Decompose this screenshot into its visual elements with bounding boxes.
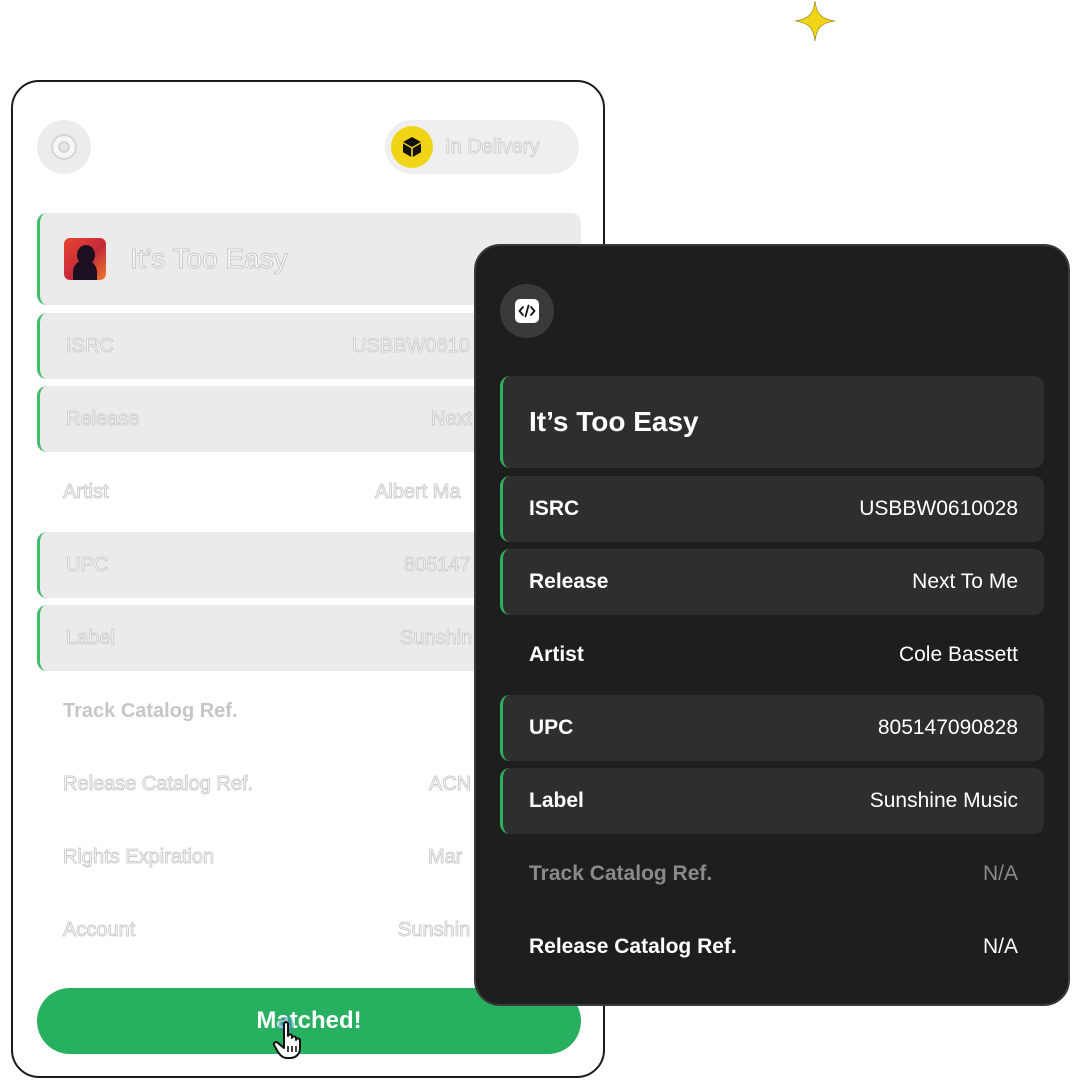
row-value: Sunshin [399,627,473,650]
row-value: Sunshin [397,919,471,942]
row-key: Rights Expiration [62,846,215,869]
dark-row-release: Release Next To Me [500,549,1044,615]
code-button[interactable] [500,284,554,338]
dark-row-isrc: ISRC USBBW0610028 [500,476,1044,542]
dark-row-track-catalog-ref: Track Catalog Ref. N/A [500,841,1044,907]
dark-row-upc: UPC 805147090828 [500,695,1044,761]
row-key: Release Catalog Ref. [529,935,737,958]
dark-track-title-row: It’s Too Easy [500,376,1044,468]
row-value: N/A [982,935,1018,958]
dark-row-release-catalog-ref: Release Catalog Ref. N/A [500,914,1044,980]
disc-icon [51,134,77,160]
row-key: UPC [65,554,109,577]
row-key: Artist [529,643,584,666]
row-key: ISRC [529,497,580,520]
dark-metadata-list: It’s Too Easy ISRC USBBW0610028 Release … [500,376,1044,987]
dark-row-artist: Artist Cole Bassett [500,622,1044,688]
row-value: Mar [427,846,463,869]
row-key: Label [529,789,584,812]
row-key: Track Catalog Ref. [63,700,238,722]
row-value: Albert Ma [375,481,462,504]
row-value: USBBW0610028 [859,497,1018,520]
row-value: Next [430,408,473,431]
sparkle-icon [794,0,836,42]
row-key: ISRC [66,335,115,358]
row-value: ACN [428,773,472,796]
row-key: Track Catalog Ref. [529,862,713,885]
disc-button[interactable] [37,120,91,174]
light-card-header: In Delivery [37,120,579,174]
row-key: Artist [63,481,110,504]
row-key: UPC [529,716,574,739]
album-art [64,238,106,280]
row-key: Release [529,570,609,593]
track-title: It’s Too Easy [529,406,699,437]
track-card-dark: It’s Too Easy ISRC USBBW0610028 Release … [474,244,1070,1006]
package-icon-badge [391,126,433,168]
row-value: N/A [982,862,1018,885]
status-badge: In Delivery [385,120,579,174]
row-value: 805147 [404,554,472,577]
row-value: Cole Bassett [898,643,1018,666]
hand-pointer-icon [272,1017,301,1059]
row-key: Account [62,919,136,942]
row-value: Next To Me [912,570,1018,593]
track-title: It’s Too Easy [130,243,289,275]
row-key: Release Catalog Ref. [62,773,254,796]
row-key: Label [66,627,116,650]
row-key: Release [65,408,140,431]
row-value: Sunshine Music [869,789,1018,812]
dark-row-label: Label Sunshine Music [500,768,1044,834]
row-value: USBBW0610 [352,335,471,358]
code-icon [518,304,536,318]
status-label: In Delivery [444,136,540,159]
package-icon [403,137,421,157]
row-value: 805147090828 [877,716,1018,739]
